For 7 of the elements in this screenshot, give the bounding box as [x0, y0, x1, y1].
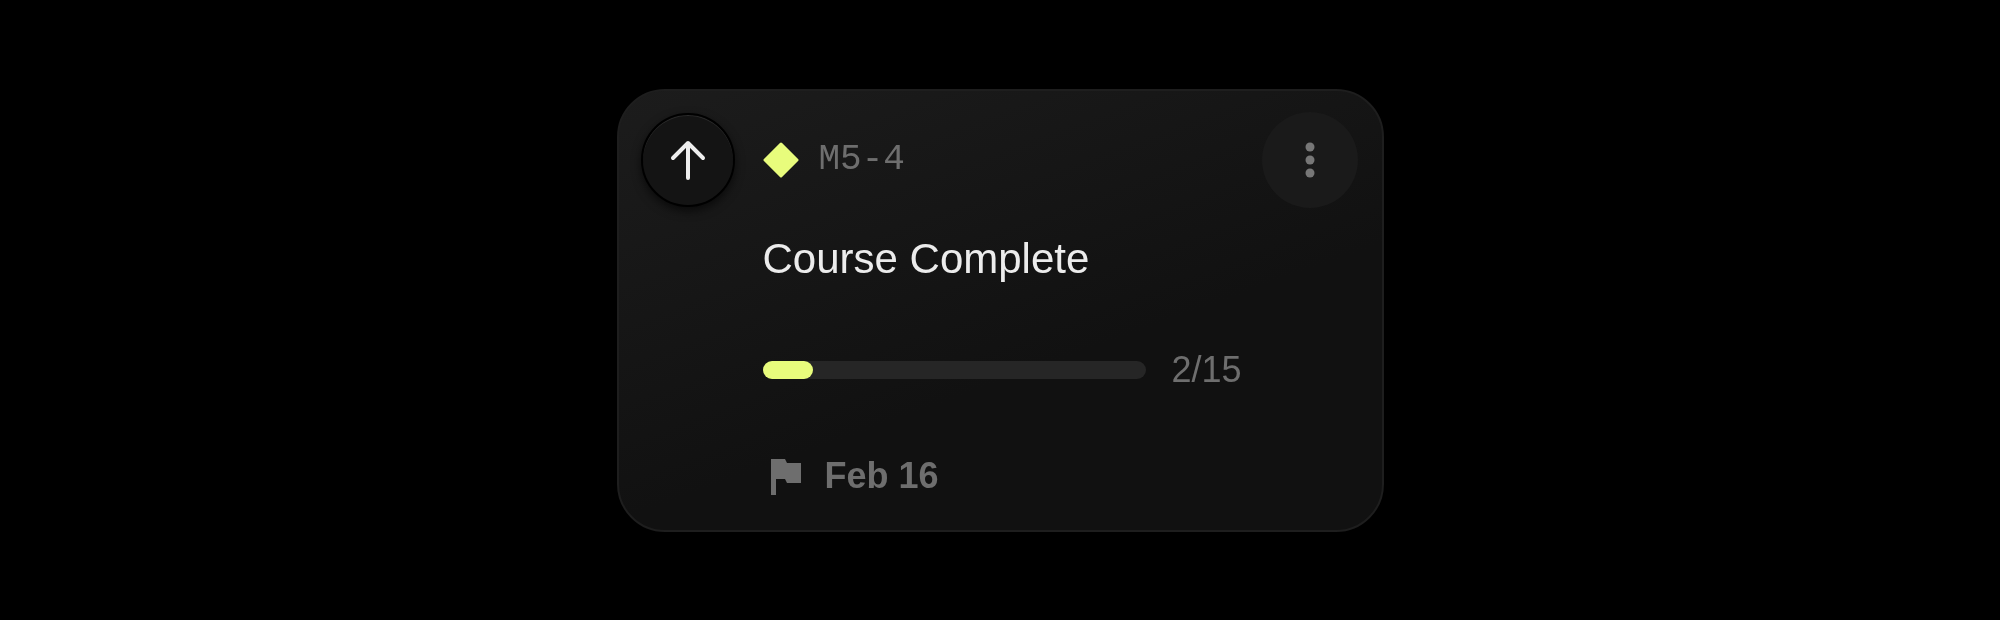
flag-icon: [768, 456, 803, 495]
more-icon: [1304, 141, 1315, 178]
due-date: Feb 16: [824, 455, 939, 496]
diamond-icon: [762, 141, 799, 178]
task-code: M5-4: [818, 137, 905, 182]
task-title: Course Complete: [762, 233, 1091, 284]
progress-count: 2/15: [1171, 349, 1242, 390]
